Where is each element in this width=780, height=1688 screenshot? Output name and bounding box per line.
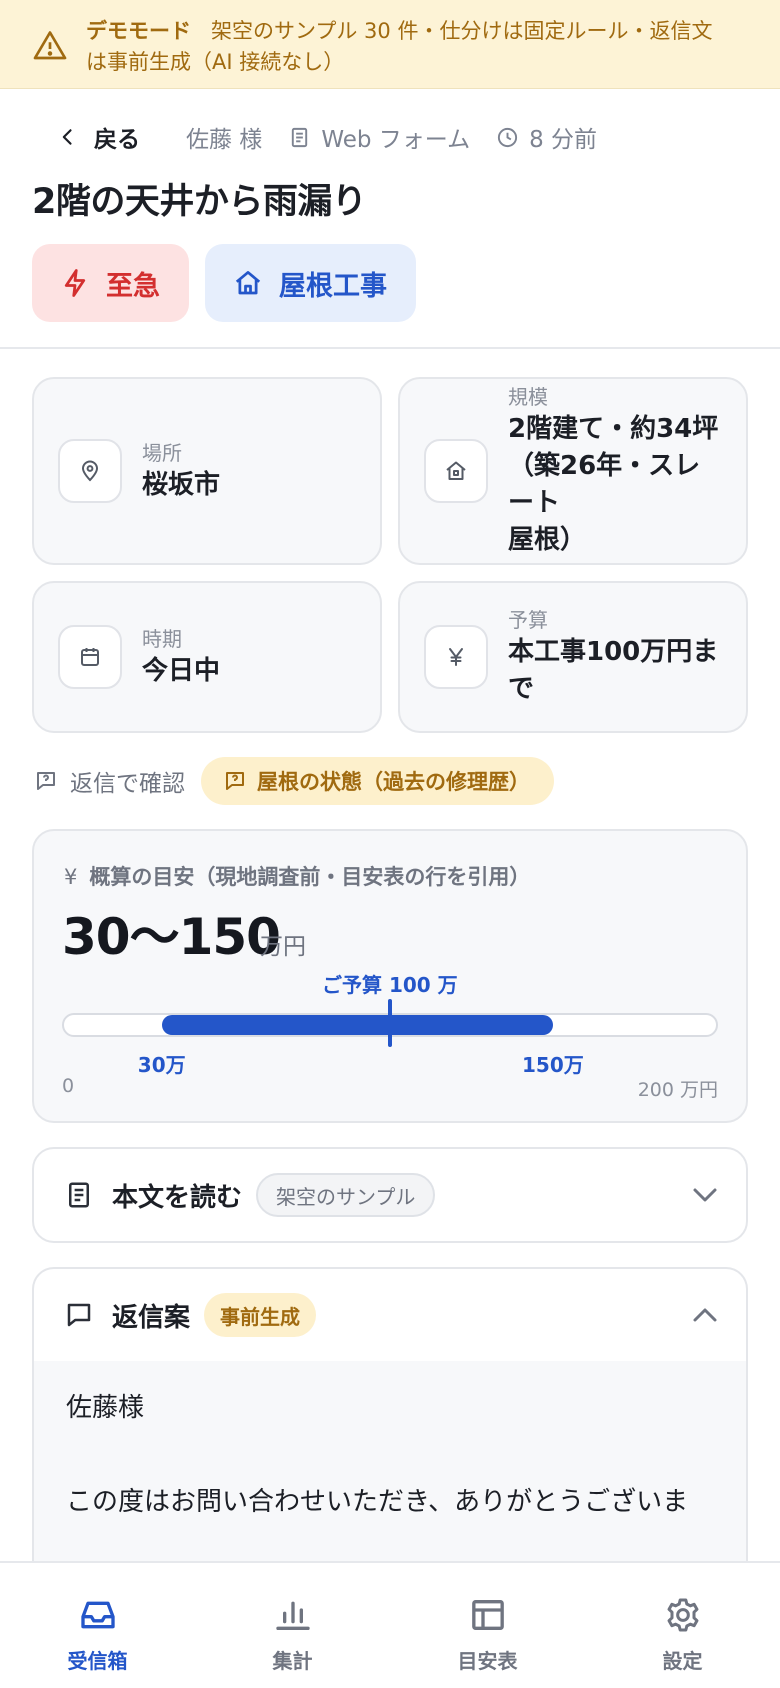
location-icon-box <box>58 439 122 503</box>
nav-stats[interactable]: 集計 <box>195 1563 390 1688</box>
estimate-card: ¥ 概算の目安（現地調査前・目安表の行を引用） 30〜150 万円 ご予算 100… <box>32 829 748 1123</box>
timing-icon-box <box>58 625 122 689</box>
banner-message: 架空のサンプル 30 件・仕分けは固定ルール・返信文 <box>211 19 713 43</box>
banner-label: デモモード <box>86 19 191 43</box>
map-pin-icon <box>81 460 99 482</box>
timing-value: 今日中 <box>142 655 221 686</box>
clock-icon <box>497 127 518 147</box>
divider <box>0 347 780 349</box>
nav-stats-label: 集計 <box>272 1649 313 1673</box>
urgency-tag: 至急 <box>32 244 189 322</box>
gear-icon <box>667 1598 698 1632</box>
chat-icon <box>67 1303 91 1327</box>
chat-question-icon <box>226 772 244 790</box>
warning-icon <box>33 31 67 60</box>
estimate-label-text: 概算の目安（現地調査前・目安表の行を引用） <box>89 865 531 889</box>
scale-card: 規模 2階建て・約34坪 （築26年・スレート 屋根） <box>398 377 748 565</box>
calendar-icon <box>81 648 99 666</box>
nav-inbox[interactable]: 受信箱 <box>0 1563 195 1688</box>
banner-text: デモモード 架空のサンプル 30 件・仕分けは固定ルール・返信文 は事前生成（AI… <box>86 16 712 78</box>
category-tag: 屋根工事 <box>205 244 416 322</box>
timing-label: 時期 <box>142 626 182 651</box>
reply-accordion-header[interactable]: 返信案 事前生成 <box>34 1269 746 1361</box>
budget-marker <box>388 999 392 1047</box>
confirm-label: 返信で確認 <box>34 764 185 798</box>
yen-icon: ¥ <box>64 865 78 889</box>
chat-question-icon <box>37 772 55 790</box>
nav-table[interactable]: 目安表 <box>390 1563 585 1688</box>
home-building-icon <box>446 461 466 480</box>
estimate-unit: 万円 <box>260 934 306 960</box>
house-icon <box>235 271 261 295</box>
demo-banner: デモモード 架空のサンプル 30 件・仕分けは固定ルール・返信文 は事前生成（AI… <box>0 0 780 89</box>
scale-value-3: 屋根） <box>508 525 587 555</box>
range-max-label: 150万 <box>522 1053 584 1077</box>
chevron-down-icon <box>693 1188 717 1202</box>
source-text: Web フォーム <box>321 127 471 153</box>
lightning-icon <box>64 269 86 297</box>
reply-line: この度はお問い合わせいただき、ありがとうございま <box>66 1487 689 1517</box>
scale-label: 規模 <box>508 385 548 409</box>
received-time: 8 分前 <box>496 120 597 154</box>
reply-accordion-title: 返信案 <box>112 1302 191 1333</box>
estimate-label: ¥ 概算の目安（現地調査前・目安表の行を引用） <box>64 861 530 891</box>
tag-list: 至急 屋根工事 <box>0 244 780 322</box>
scale-icon-box <box>424 439 488 503</box>
inquiry-meta: 佐藤 様 Web フォーム 8 分前 <box>186 120 623 154</box>
scale-value-2: （築26年・スレート <box>508 451 701 518</box>
nav-table-label: 目安表 <box>457 1649 518 1673</box>
nav-settings-label: 設定 <box>662 1649 703 1673</box>
range-min-label: 30万 <box>137 1053 186 1077</box>
location-value: 桜坂市 <box>142 469 221 500</box>
bar-chart-icon <box>275 1601 310 1630</box>
budget-value-1: 本工事100万円ま <box>508 637 719 667</box>
received-time-text: 8 分前 <box>529 127 598 153</box>
timing-card: 時期 今日中 <box>32 581 382 733</box>
axis-max-label: 200 万円 <box>637 1079 718 1101</box>
customer-name-text: 佐藤 様 <box>186 127 263 153</box>
nav-settings[interactable]: 設定 <box>585 1563 780 1688</box>
confirm-chip[interactable]: 屋根の状態（過去の修理歴） <box>201 757 554 805</box>
info-grid: 場所 桜坂市 規模 2階建て・約34坪 （築26年・スレート 屋根） 時期 今日… <box>0 377 780 733</box>
yen-icon <box>449 648 463 666</box>
budget-card: 予算 本工事100万円ま で <box>398 581 748 733</box>
confirm-label-text: 返信で確認 <box>70 771 185 797</box>
confirm-chip-text: 屋根の状態（過去の修理歴） <box>257 770 530 794</box>
urgency-tag-label: 至急 <box>106 270 160 302</box>
confirm-row: 返信で確認 屋根の状態（過去の修理歴） <box>0 757 780 805</box>
estimate-range: 30〜150 <box>62 908 281 966</box>
source: Web フォーム <box>288 120 470 154</box>
scale-value-1: 2階建て・約34坪 <box>508 414 719 444</box>
customer-name: 佐藤 様 <box>186 120 262 154</box>
axis-min-label: 0 <box>62 1075 75 1097</box>
document-icon <box>69 1182 89 1208</box>
budget-value-2: で <box>508 674 535 704</box>
chevron-left-icon <box>62 129 72 145</box>
location-card: 場所 桜坂市 <box>32 377 382 565</box>
detail-header: 戻る 佐藤 様 Web フォーム 8 分前 <box>0 110 780 164</box>
back-button[interactable]: 戻る <box>58 120 140 154</box>
budget-marker-label: ご予算 100 万 <box>322 973 458 997</box>
banner-message-2: は事前生成（AI 接続なし） <box>86 50 345 74</box>
page-title: 2階の天井から雨漏り <box>32 182 367 222</box>
bottom-nav: 受信箱 集計 目安表 設定 <box>0 1561 780 1688</box>
body-accordion[interactable]: 本文を読む 架空のサンプル <box>32 1147 748 1243</box>
chevron-up-icon <box>693 1308 717 1322</box>
document-icon <box>292 127 308 147</box>
sample-chip: 架空のサンプル <box>256 1173 436 1217</box>
location-label: 場所 <box>142 440 182 465</box>
back-label: 戻る <box>94 127 140 153</box>
estimate-range-bar <box>161 1015 553 1035</box>
budget-icon-box <box>424 625 488 689</box>
category-tag-label: 屋根工事 <box>279 270 387 302</box>
body-accordion-title: 本文を読む <box>112 1182 243 1213</box>
reply-greeting: 佐藤様 <box>66 1393 145 1423</box>
table-icon <box>471 1600 504 1630</box>
budget-label: 予算 <box>508 608 548 632</box>
inbox-icon <box>80 1601 115 1629</box>
pregenerated-chip: 事前生成 <box>204 1293 317 1337</box>
nav-inbox-label: 受信箱 <box>67 1649 128 1673</box>
